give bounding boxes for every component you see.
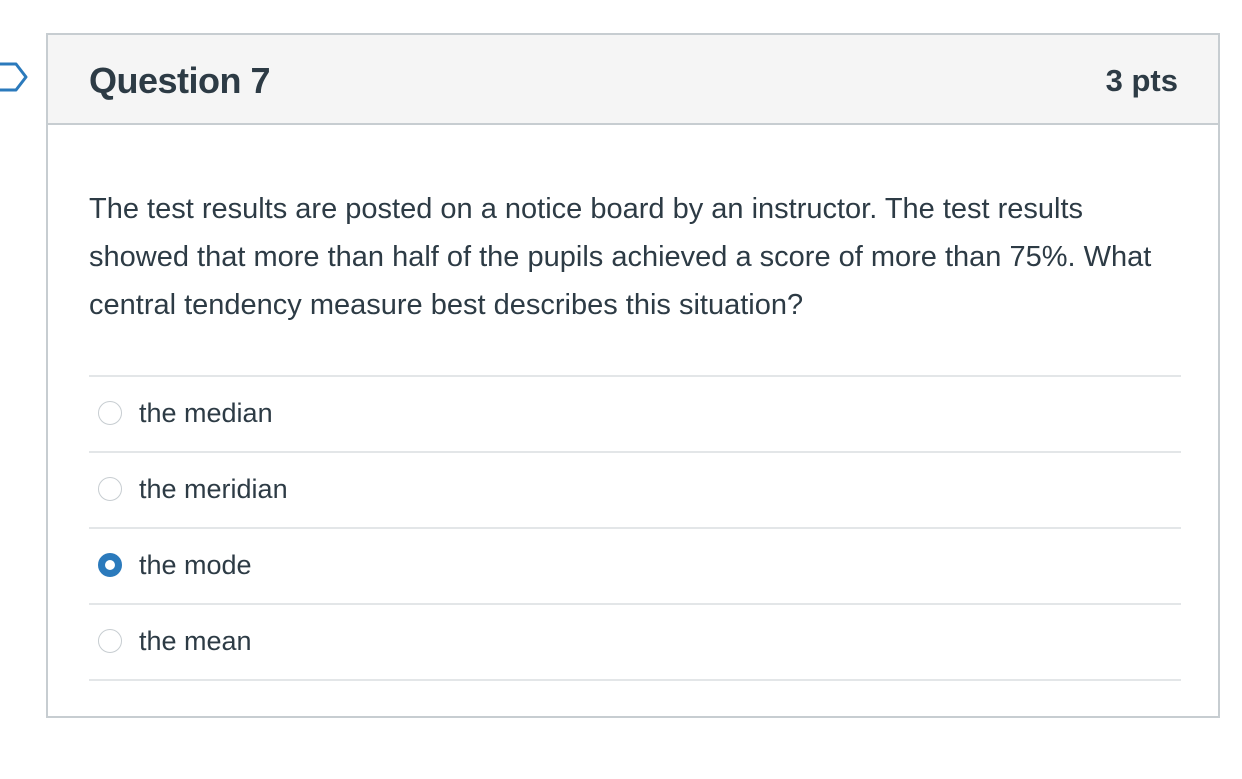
answer-option-median[interactable]: the median [89,377,1181,453]
question-flag-icon[interactable] [0,60,30,94]
answer-label[interactable]: the median [139,395,273,431]
answer-label[interactable]: the meridian [139,471,288,507]
answer-option-meridian[interactable]: the meridian [89,453,1181,529]
answer-option-mean[interactable]: the mean [89,605,1181,681]
question-header: Question 7 3 pts [48,35,1218,125]
radio-button[interactable] [98,629,122,653]
answer-label[interactable]: the mode [139,547,252,583]
question-text: The test results are posted on a notice … [89,193,1152,321]
radio-button[interactable] [98,477,122,501]
radio-button-selected[interactable] [98,553,122,577]
radio-button[interactable] [98,401,122,425]
answer-list: the median the meridian the mode the mea… [89,375,1181,681]
question-title: Question 7 [89,60,271,101]
answer-option-mode[interactable]: the mode [89,529,1181,605]
question-points: 3 pts [1105,63,1178,98]
answer-label[interactable]: the mean [139,623,252,659]
question-card: Question 7 3 pts The test results are po… [46,33,1220,718]
